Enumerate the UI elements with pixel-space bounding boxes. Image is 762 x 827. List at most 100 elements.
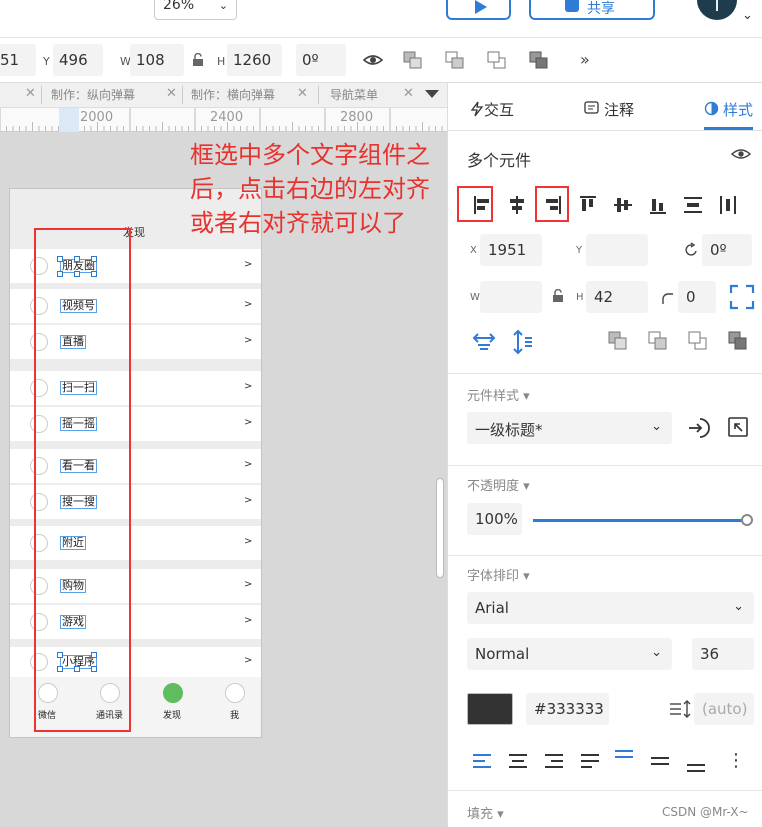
zoom-select[interactable]: 26% ⌄	[154, 0, 237, 20]
chevron-right-icon: >	[244, 495, 253, 506]
opacity-slider-handle[interactable]	[741, 514, 753, 526]
caret-down-icon: ▾	[523, 479, 530, 494]
auto-fit-height-icon[interactable]	[510, 329, 534, 359]
font-family-select[interactable]: Arial ⌄	[467, 592, 754, 624]
zoom-value: 26%	[163, 0, 195, 13]
x-field[interactable]: 51	[0, 44, 36, 76]
close-icon[interactable]: ✕	[403, 86, 414, 101]
close-icon[interactable]: ✕	[25, 86, 36, 101]
align-bottom-icon[interactable]	[647, 194, 669, 216]
align-middle-icon[interactable]	[612, 194, 634, 216]
tab-horizontal-danmaku[interactable]: 制作：横向弹幕	[191, 86, 275, 103]
annotation-text: 框选中多个文字组件之后，点击右边的左对齐或者右对齐就可以了	[190, 141, 430, 237]
chevron-right-icon: >	[244, 335, 253, 346]
y-field[interactable]: 496	[53, 44, 103, 76]
close-icon[interactable]: ✕	[166, 86, 177, 101]
component-style-select[interactable]: 一级标题* ⌄	[467, 412, 672, 444]
tab-discover-label[interactable]: 发现	[163, 708, 181, 721]
align-left-icon[interactable]	[472, 194, 494, 216]
y-field[interactable]	[586, 234, 648, 266]
text-align-right-icon[interactable]	[544, 752, 566, 774]
chevron-right-icon: >	[244, 381, 253, 392]
tab-vertical-danmaku[interactable]: 制作：纵向弹幕	[51, 86, 135, 103]
send-backward-icon[interactable]	[687, 330, 709, 356]
valign-bottom-icon[interactable]	[686, 756, 708, 778]
send-back-icon[interactable]	[727, 330, 749, 356]
x-field[interactable]: 1951	[480, 234, 542, 266]
tab-me-icon[interactable]	[225, 683, 245, 703]
font-family-value: Arial	[475, 599, 509, 617]
rotation-field[interactable]: 0º	[702, 234, 752, 266]
tab-me-label[interactable]: 我	[230, 708, 239, 721]
align-right-icon[interactable]	[541, 194, 563, 216]
component-style-value: 一级标题*	[475, 421, 543, 439]
align-center-icon[interactable]	[506, 194, 528, 216]
lock-icon[interactable]	[192, 52, 204, 71]
chevron-right-icon: >	[244, 417, 253, 428]
annotation-highlight-box	[34, 228, 131, 732]
typography-heading: 字体排印 ▾	[467, 569, 530, 584]
valign-top-icon[interactable]	[614, 748, 636, 770]
send-back-icon[interactable]	[528, 50, 550, 70]
share-label: 共享	[587, 1, 615, 17]
more-options-icon[interactable]: ⋮	[727, 750, 745, 772]
text-align-left-icon[interactable]	[472, 752, 494, 774]
h-field[interactable]: 42	[586, 281, 648, 313]
ruler-label: 2800	[340, 110, 374, 125]
w-field[interactable]	[480, 281, 542, 313]
chevron-down-icon[interactable]: ⌄	[742, 8, 753, 23]
x-label: X	[470, 245, 477, 256]
tab-notes[interactable]: 注释	[604, 99, 634, 120]
more-chevrons-icon[interactable]: »	[580, 50, 590, 69]
distribute-horizontal-icon[interactable]	[717, 194, 739, 216]
bring-front-icon[interactable]	[607, 330, 629, 356]
radius-field[interactable]: 0	[678, 281, 716, 313]
h-field[interactable]: 1260	[227, 44, 282, 76]
eye-icon[interactable]	[730, 146, 752, 166]
chevron-right-icon: >	[244, 536, 253, 547]
tab-discover-icon[interactable]	[163, 683, 183, 703]
bring-front-icon[interactable]	[402, 50, 424, 70]
font-weight-select[interactable]: Normal ⌄	[467, 638, 672, 670]
apply-style-icon[interactable]	[686, 416, 710, 444]
w-field[interactable]: 108	[130, 44, 184, 76]
font-color-swatch[interactable]	[467, 693, 513, 725]
tab-nav-menu[interactable]: 导航菜单	[330, 86, 378, 103]
line-height-field[interactable]: (auto)	[694, 693, 754, 725]
fit-size-icon[interactable]	[729, 284, 755, 314]
chevron-right-icon: >	[244, 579, 253, 590]
tab-style[interactable]: 样式	[723, 99, 753, 120]
share-button[interactable]: 共享	[529, 0, 655, 20]
canvas-scrollbar[interactable]	[436, 478, 444, 578]
valign-middle-icon[interactable]	[650, 752, 672, 774]
font-size-field[interactable]: 36	[692, 638, 754, 670]
edit-style-icon[interactable]	[728, 417, 748, 441]
chevron-down-icon: ⌄	[651, 645, 662, 660]
distribute-vertical-icon[interactable]	[682, 194, 704, 216]
text-justify-icon[interactable]	[580, 752, 602, 774]
h-label: H	[576, 292, 584, 303]
tab-menu-icon[interactable]	[425, 90, 439, 98]
chevron-right-icon: >	[244, 259, 253, 270]
opacity-slider-track[interactable]	[533, 519, 748, 522]
tab-interactions[interactable]: 交互	[484, 99, 514, 120]
rotation-field[interactable]: 0º	[296, 44, 346, 76]
text-align-center-icon[interactable]	[508, 752, 530, 774]
send-backward-icon[interactable]	[486, 50, 508, 70]
chevron-down-icon: ⌄	[218, 0, 228, 12]
bring-forward-icon[interactable]	[647, 330, 669, 356]
ruler-label: 2400	[210, 110, 244, 125]
eye-icon[interactable]	[362, 50, 384, 70]
w-label: W	[470, 292, 480, 303]
close-icon[interactable]: ✕	[297, 86, 308, 101]
bring-forward-icon[interactable]	[444, 50, 466, 70]
font-weight-value: Normal	[475, 645, 530, 663]
preview-button[interactable]	[446, 0, 511, 20]
selection-title: 多个元件	[467, 151, 532, 170]
font-color-field[interactable]: #333333	[526, 693, 609, 725]
lock-icon[interactable]	[552, 288, 564, 307]
chevron-right-icon: >	[244, 459, 253, 470]
auto-fit-width-icon[interactable]	[472, 330, 496, 358]
opacity-field[interactable]: 100%	[467, 503, 522, 535]
align-top-icon[interactable]	[577, 194, 599, 216]
